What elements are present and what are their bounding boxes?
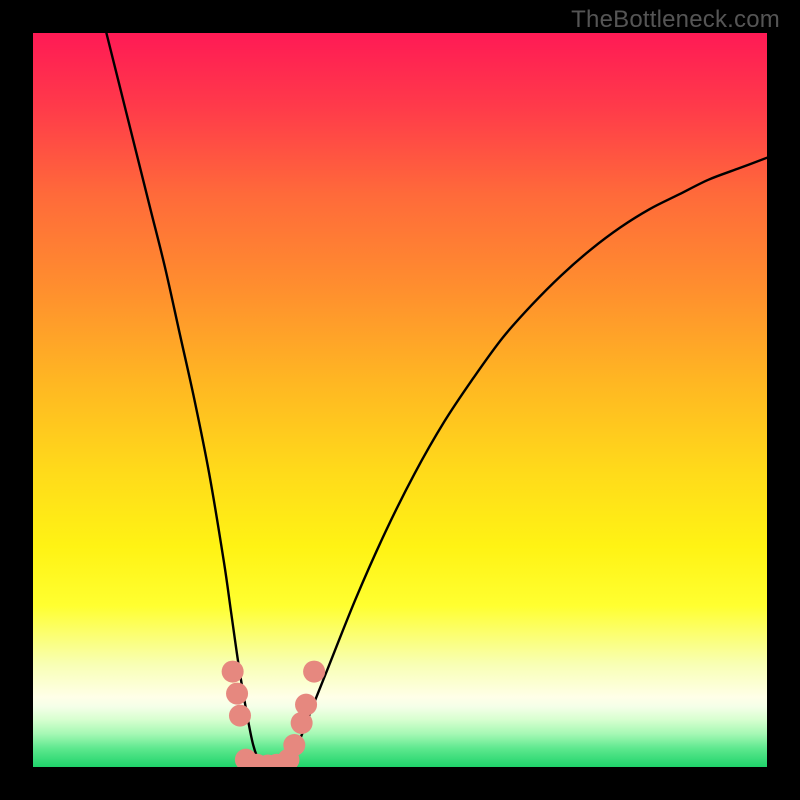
marker-point: [222, 661, 244, 683]
plot-area: [33, 33, 767, 767]
marker-point: [291, 712, 313, 734]
bottleneck-chart: [33, 33, 767, 767]
marker-point: [283, 734, 305, 756]
marker-point: [226, 683, 248, 705]
gradient-background: [33, 33, 767, 767]
marker-point: [295, 694, 317, 716]
marker-point: [229, 705, 251, 727]
chart-frame: TheBottleneck.com: [0, 0, 800, 800]
watermark-text: TheBottleneck.com: [571, 6, 780, 34]
marker-point: [303, 661, 325, 683]
